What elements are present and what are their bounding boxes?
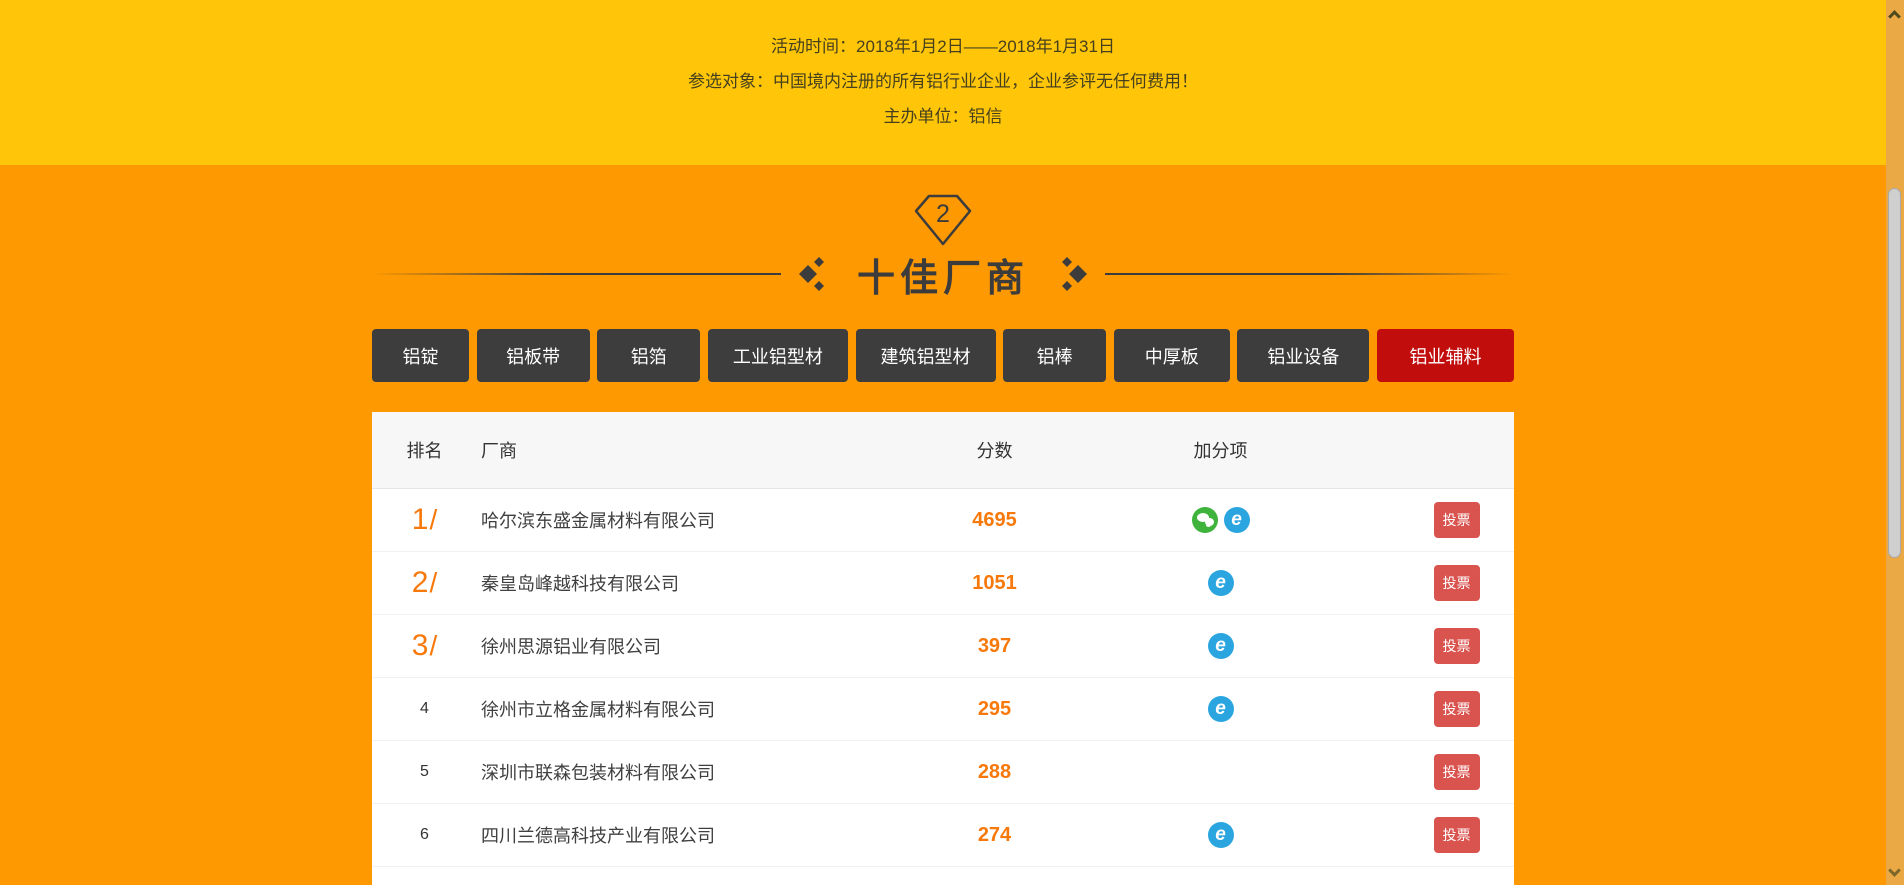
badge-number: 2: [913, 200, 973, 229]
tab-medium-plate[interactable]: 中厚板: [1114, 329, 1230, 382]
wechat-icon[interactable]: [1192, 507, 1218, 533]
header-score: 分数: [947, 437, 1042, 463]
tab-aluminum-foil[interactable]: 铝箔: [597, 329, 700, 382]
rank-value: 6: [372, 826, 477, 844]
page-title: 十佳厂商: [857, 247, 1029, 302]
vote-button[interactable]: 投票: [1434, 565, 1480, 601]
internet-explorer-icon[interactable]: e: [1208, 696, 1234, 722]
vote-button[interactable]: 投票: [1434, 817, 1480, 853]
rank-value: 5: [372, 763, 477, 781]
internet-explorer-icon[interactable]: e: [1224, 507, 1250, 533]
ranking-table: 排名 厂商 分数 加分项 1 哈尔滨东盛金属材料有限公司 4695 e 投票: [372, 412, 1514, 885]
vertical-scrollbar[interactable]: [1886, 0, 1904, 885]
main-section: 2 十佳厂商 铝锭 铝板带: [0, 193, 1886, 885]
event-time: 活动时间：2018年1月2日——2018年1月31日: [0, 29, 1886, 64]
company-name: 四川兰德高科技产业有限公司: [477, 822, 947, 848]
divider-line: [372, 273, 781, 275]
internet-explorer-icon[interactable]: e: [1208, 570, 1234, 596]
header-bonus: 加分项: [1042, 437, 1399, 463]
score-value: 295: [947, 698, 1042, 721]
event-organizer: 主办单位：铝信: [0, 99, 1886, 134]
table-row: 3 徐州思源铝业有限公司 397 e 投票: [372, 615, 1514, 678]
score-value: 274: [947, 824, 1042, 847]
rank-value: 4: [372, 700, 477, 718]
rank-value: 1: [372, 503, 477, 537]
vote-button[interactable]: 投票: [1434, 628, 1480, 664]
table-header: 排名 厂商 分数 加分项: [372, 412, 1514, 489]
tab-construction-profile[interactable]: 建筑铝型材: [856, 329, 996, 382]
scroll-up-arrow-icon[interactable]: [1888, 10, 1901, 23]
table-row-clipped: [372, 867, 1514, 885]
tab-industrial-profile[interactable]: 工业铝型材: [708, 329, 848, 382]
section-title-row: 十佳厂商: [372, 253, 1514, 295]
scrollbar-thumb[interactable]: [1888, 188, 1901, 558]
score-value: 288: [947, 761, 1042, 784]
company-name: 徐州思源铝业有限公司: [477, 633, 947, 659]
table-row: 2 秦皇岛峰越科技有限公司 1051 e 投票: [372, 552, 1514, 615]
company-name: 秦皇岛峰越科技有限公司: [477, 570, 947, 596]
score-value: 1051: [947, 572, 1042, 595]
score-value: 397: [947, 635, 1042, 658]
internet-explorer-icon[interactable]: e: [1208, 822, 1234, 848]
tab-aluminum-equipment[interactable]: 铝业设备: [1237, 329, 1369, 382]
rank-value: 3: [372, 629, 477, 663]
category-tabs: 铝锭 铝板带 铝箔 工业铝型材 建筑铝型材 铝棒 中厚板 铝业设备 铝业辅料: [372, 329, 1514, 382]
rank-value: 2: [372, 566, 477, 600]
table-row: 5 深圳市联森包装材料有限公司 288 投票: [372, 741, 1514, 804]
vote-button[interactable]: 投票: [1434, 691, 1480, 727]
table-row: 1 哈尔滨东盛金属材料有限公司 4695 e 投票: [372, 489, 1514, 552]
table-row: 4 徐州市立格金属材料有限公司 295 e 投票: [372, 678, 1514, 741]
event-banner: 活动时间：2018年1月2日——2018年1月31日 参选对象：中国境内注册的所…: [0, 0, 1886, 165]
vote-button[interactable]: 投票: [1434, 754, 1480, 790]
header-company: 厂商: [477, 437, 947, 463]
scroll-down-arrow-icon[interactable]: [1888, 864, 1901, 877]
company-name: 徐州市立格金属材料有限公司: [477, 696, 947, 722]
company-name: 哈尔滨东盛金属材料有限公司: [477, 507, 947, 533]
page: 活动时间：2018年1月2日——2018年1月31日 参选对象：中国境内注册的所…: [0, 0, 1886, 885]
section-number-badge: 2: [913, 193, 973, 247]
tab-aluminum-auxiliary[interactable]: 铝业辅料: [1377, 329, 1514, 382]
tab-aluminum-ingot[interactable]: 铝锭: [372, 329, 469, 382]
vote-button[interactable]: 投票: [1434, 502, 1480, 538]
diamond-cluster-icon: [1061, 254, 1087, 294]
tab-aluminum-strip[interactable]: 铝板带: [477, 329, 590, 382]
internet-explorer-icon[interactable]: e: [1208, 633, 1234, 659]
score-value: 4695: [947, 509, 1042, 532]
event-eligibility: 参选对象：中国境内注册的所有铝行业企业，企业参评无任何费用！: [0, 64, 1886, 99]
company-name: 深圳市联森包装材料有限公司: [477, 759, 947, 785]
tab-aluminum-rod[interactable]: 铝棒: [1003, 329, 1106, 382]
divider-line: [1105, 273, 1514, 275]
diamond-cluster-icon: [799, 254, 825, 294]
table-row: 6 四川兰德高科技产业有限公司 274 e 投票: [372, 804, 1514, 867]
header-rank: 排名: [372, 437, 477, 463]
